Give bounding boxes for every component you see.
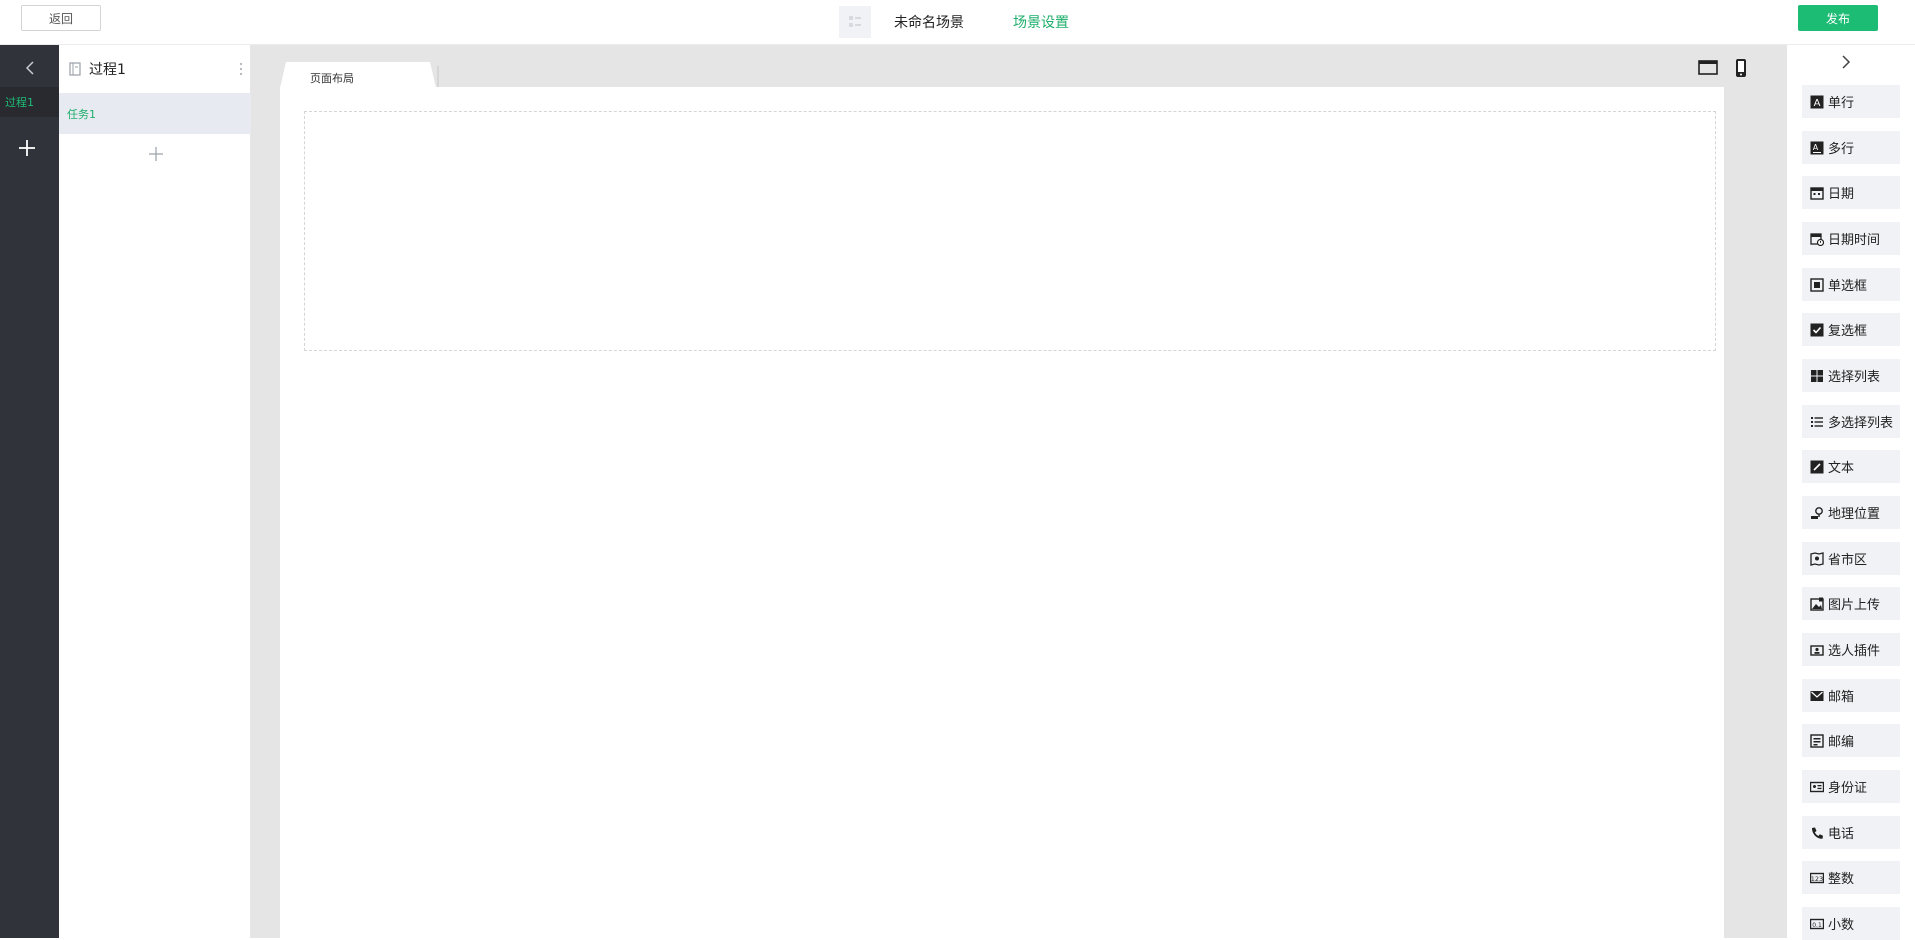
component-image-upload[interactable]: 图片上传: [1802, 587, 1900, 620]
drop-zone[interactable]: [304, 111, 1716, 351]
component-email[interactable]: 邮箱: [1802, 679, 1900, 712]
plus-icon: [149, 147, 163, 161]
collapse-button[interactable]: [0, 53, 59, 83]
book-icon: [69, 61, 81, 76]
component-postcode[interactable]: 邮编: [1802, 724, 1900, 757]
calendar-clock-icon: [1810, 232, 1824, 246]
process-header: 过程1: [59, 45, 251, 92]
person-picker-icon: [1810, 644, 1824, 656]
component-label: 日期时间: [1828, 233, 1881, 248]
scene-settings-link[interactable]: 场景设置: [1013, 12, 1069, 32]
svg-text:A: A: [1814, 98, 1821, 109]
text-single-line-icon: A: [1810, 95, 1824, 109]
decimal-icon: 0.1: [1810, 918, 1824, 929]
component-label: 地理位置: [1828, 507, 1881, 522]
component-label: 身份证: [1828, 781, 1868, 796]
task-item[interactable]: 任务1: [59, 93, 251, 134]
component-region[interactable]: 省市区: [1802, 542, 1900, 575]
component-label: 邮箱: [1828, 690, 1855, 705]
desktop-view-button[interactable]: [1698, 59, 1718, 81]
integer-icon: 123: [1810, 872, 1824, 883]
list-icon: [1811, 416, 1823, 427]
edit-icon: [1810, 460, 1824, 473]
grid-icon: [1811, 369, 1823, 382]
component-integer[interactable]: 123 整数: [1802, 861, 1900, 894]
component-label: 选人插件: [1828, 644, 1881, 659]
map-icon: [1810, 551, 1824, 566]
component-select-list[interactable]: 选择列表: [1802, 359, 1900, 392]
id-card-icon: [1810, 781, 1824, 792]
add-task-button[interactable]: [145, 143, 167, 165]
svg-text:0.1: 0.1: [1812, 922, 1822, 929]
component-single-line[interactable]: A 单行: [1802, 85, 1900, 118]
component-label: 选择列表: [1828, 370, 1881, 385]
component-panel-toggle[interactable]: [1840, 54, 1852, 74]
component-decimal[interactable]: 0.1 小数: [1802, 907, 1900, 940]
component-label: 省市区: [1828, 553, 1868, 568]
component-id-card[interactable]: 身份证: [1802, 770, 1900, 803]
component-label: 多行: [1828, 142, 1855, 157]
component-datetime[interactable]: 日期时间: [1802, 222, 1900, 255]
list-layout-icon: [849, 16, 861, 27]
publish-button[interactable]: 发布: [1798, 5, 1878, 31]
page-tab-label: 页面布局: [310, 72, 354, 85]
checkbox-icon: [1810, 323, 1824, 336]
process-panel: 过程1 任务1: [59, 45, 251, 938]
postcode-icon: [1810, 733, 1824, 748]
mobile-icon: [1736, 59, 1746, 77]
back-button[interactable]: 返回: [21, 5, 101, 31]
calendar-icon: [1810, 186, 1824, 200]
component-label: 电话: [1828, 827, 1855, 842]
monitor-icon: [1698, 60, 1718, 75]
more-vertical-icon: [239, 62, 243, 76]
chevron-right-icon: [1842, 55, 1851, 69]
component-multi-line[interactable]: A 多行: [1802, 131, 1900, 164]
component-label: 邮编: [1828, 735, 1855, 750]
component-label: 复选框: [1828, 324, 1868, 339]
phone-icon: [1812, 827, 1823, 839]
component-label: 整数: [1828, 872, 1855, 887]
component-label: 日期: [1828, 187, 1855, 202]
scene-name[interactable]: 未命名场景: [894, 12, 964, 32]
text-multi-line-icon: A: [1810, 141, 1824, 154]
layout-toggle-button[interactable]: [839, 6, 871, 38]
more-button[interactable]: [239, 61, 243, 80]
mail-icon: [1810, 690, 1824, 701]
chevron-left-icon: [25, 61, 34, 75]
location-icon: [1811, 506, 1823, 519]
component-label: 单行: [1828, 96, 1855, 111]
rail-item-process[interactable]: 过程1: [0, 87, 59, 117]
top-bar: 返回 未命名场景 场景设置 发布: [0, 0, 1915, 45]
component-text[interactable]: 文本: [1802, 450, 1900, 483]
radio-icon: [1810, 277, 1824, 292]
component-label: 单选框: [1828, 279, 1868, 294]
component-phone[interactable]: 电话: [1802, 816, 1900, 849]
component-person-picker[interactable]: 选人插件: [1802, 633, 1900, 666]
svg-text:123: 123: [1811, 875, 1823, 883]
component-label: 多选择列表: [1828, 416, 1894, 431]
add-process-button[interactable]: [12, 133, 42, 163]
component-label: 图片上传: [1828, 598, 1881, 613]
svg-text:A: A: [1813, 143, 1819, 152]
component-label: 文本: [1828, 461, 1855, 476]
mobile-view-button[interactable]: [1734, 58, 1748, 82]
plus-icon: [19, 140, 35, 156]
component-checkbox[interactable]: 复选框: [1802, 313, 1900, 346]
process-rail: 过程1: [0, 45, 59, 938]
component-multi-select-list[interactable]: 多选择列表: [1802, 405, 1900, 438]
image-upload-icon: [1810, 597, 1824, 611]
page-tab[interactable]: [280, 62, 440, 88]
component-radio[interactable]: 单选框: [1802, 268, 1900, 301]
component-location[interactable]: 地理位置: [1802, 496, 1900, 529]
process-title[interactable]: 过程1: [89, 59, 126, 79]
component-label: 小数: [1828, 918, 1855, 933]
component-date[interactable]: 日期: [1802, 176, 1900, 209]
